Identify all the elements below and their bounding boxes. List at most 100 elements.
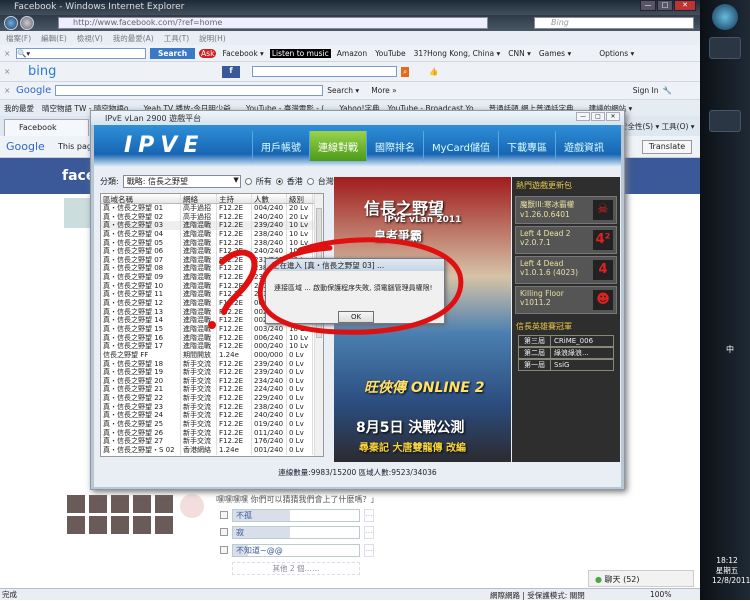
poll-more-options[interactable]: 其他 2 個……	[232, 562, 360, 575]
column-header-level[interactable]: 級別	[287, 194, 313, 203]
game-update-item[interactable]: 魔獸III:寒冰霸權 v1.26.0.6401 ☠	[515, 196, 617, 224]
nav-ranking[interactable]: 國際排名	[366, 131, 423, 161]
menu-favorites[interactable]: 我的最愛(A)	[113, 33, 154, 43]
menu-file[interactable]: 檔案(F)	[6, 33, 31, 43]
category-select[interactable]: 戰略: 信長之野望 ▼	[122, 175, 241, 188]
google-search-input[interactable]	[55, 85, 324, 96]
menu-tools[interactable]: 工具(T)	[164, 33, 189, 43]
ok-button[interactable]: OK	[338, 311, 374, 323]
list-row[interactable]: 真・信長之野望 15 進階混戰 F12.2E 003/240 10 Lv	[101, 324, 323, 334]
menu-edit[interactable]: 編輯(E)	[41, 33, 67, 43]
list-row[interactable]: 真・信長之野望 21 新手交流 F12.2E 224/240 0 Lv	[101, 385, 323, 395]
friend-photo[interactable]	[66, 515, 86, 535]
bing-search-input[interactable]: Bing	[534, 17, 694, 29]
like-icon[interactable]: 👍	[429, 67, 438, 76]
list-row[interactable]: 真・信長之野望 23 新手交流 F12.2E 238/240 0 Lv	[101, 402, 323, 412]
zoom-level[interactable]: 100%	[650, 590, 671, 599]
list-row[interactable]: 真・信長之野望 20 新手交流 F12.2E 234/240 0 Lv	[101, 376, 323, 386]
tab-facebook[interactable]: Facebook	[4, 119, 89, 136]
nav-downloads[interactable]: 下載專區	[497, 131, 555, 161]
search-icon[interactable]: ⌕	[401, 66, 410, 77]
poll-checkbox[interactable]	[220, 546, 228, 554]
amazon-link[interactable]: Amazon	[335, 49, 369, 58]
friend-photo[interactable]	[154, 494, 174, 514]
friend-photo[interactable]	[132, 515, 152, 535]
poll-more-button[interactable]: …	[364, 508, 374, 522]
nav-user-account[interactable]: 用戶帳號	[252, 131, 309, 161]
nav-mycard[interactable]: MyCard儲值	[423, 131, 498, 161]
list-row[interactable]: 真・信長之野望 26 新手交流 F12.2E 011/240 0 Lv	[101, 428, 323, 438]
list-row[interactable]: 真・信長之野望 27 新手交流 F12.2E 176/240 0 Lv	[101, 437, 323, 446]
list-row[interactable]: 真・信長之野望 19 新手交流 F12.2E 239/240 0 Lv	[101, 368, 323, 377]
column-header-name[interactable]: 區域名稱	[101, 194, 181, 203]
listen-to-music-button[interactable]: Listen to music	[269, 48, 331, 58]
ipve-taskbar-icon[interactable]	[709, 110, 741, 132]
youtube-link[interactable]: YouTube	[373, 49, 408, 58]
ime-indicator[interactable]: 中	[726, 344, 734, 355]
friend-photo[interactable]	[154, 515, 174, 535]
google-search-button[interactable]: Search ▾	[327, 86, 359, 95]
chat-button[interactable]: ● 聊天 (52)	[588, 570, 694, 587]
list-row[interactable]: 真・信長之野望 17 進階混戰 F12.2E 000/240 10 Lv	[101, 342, 323, 351]
translate-button[interactable]: Translate	[642, 140, 692, 154]
poll-bar[interactable]: 寂	[232, 525, 360, 539]
security-zone[interactable]: 網際網路 | 受保護模式: 關閉	[490, 590, 585, 601]
radio-hongkong[interactable]	[275, 178, 283, 185]
cnn-link[interactable]: CNN ▾	[506, 49, 533, 58]
command-bar-tools[interactable]: 安全性(S) ▾ 工具(O) ▾	[620, 121, 695, 132]
game-update-item[interactable]: Left 4 Dead 2 v2.0.7.1 4²	[515, 226, 617, 254]
favorites-button[interactable]: 我的最愛	[4, 103, 34, 114]
friend-photo[interactable]	[88, 494, 108, 514]
list-row[interactable]: 真・信長之野望 01 高手過招 F12.2E 004/240 20 Lv	[101, 204, 323, 213]
list-row[interactable]: 真・信長之野望 22 新手交流 F12.2E 229/240 0 Lv	[101, 394, 323, 403]
nav-online-battle[interactable]: 連線對戰	[309, 131, 366, 161]
weather-link[interactable]: 31?Hong Kong, China ▾	[412, 49, 503, 58]
menu-help[interactable]: 說明(H)	[199, 33, 226, 43]
poll-bar[interactable]: 不孤	[232, 508, 360, 522]
radio-taiwan[interactable]	[306, 178, 314, 185]
ie-taskbar-icon[interactable]	[709, 37, 741, 59]
minimize-button[interactable]: —	[640, 0, 656, 11]
toolbar-search-button[interactable]: Search	[150, 47, 196, 59]
facebook-icon[interactable]: f	[222, 65, 240, 78]
list-row[interactable]: 真・信長之野望 06 進階混戰 F12.2E 240/240 10 Lv	[101, 247, 323, 256]
close-toolbar-icon[interactable]: ×	[4, 49, 12, 58]
poster-avatar[interactable]	[180, 494, 204, 518]
google-more-button[interactable]: More »	[371, 86, 397, 95]
friend-photo[interactable]	[66, 494, 86, 514]
close-toolbar-icon[interactable]: ×	[4, 67, 12, 76]
games-link[interactable]: Games ▾	[537, 49, 573, 58]
options-button[interactable]: Options ▾	[597, 49, 636, 58]
list-row[interactable]: 真・信長之野望 24 新手交流 F12.2E 240/240 0 Lv	[101, 411, 323, 421]
list-row[interactable]: 真・信長之野望・S 02 香港網絡 1.24e 001/240 0 Lv	[101, 445, 323, 455]
game-update-item[interactable]: Left 4 Dead v1.0.1.6 (4023) 4	[515, 256, 617, 284]
ask-icon[interactable]: Ask	[199, 48, 217, 58]
address-input[interactable]: http://www.facebook.com/?ref=home	[58, 17, 488, 29]
menu-view[interactable]: 檢視(V)	[77, 33, 103, 43]
google-signin-button[interactable]: Sign In	[633, 86, 659, 95]
wrench-icon[interactable]: 🔧	[662, 86, 671, 95]
close-button[interactable]: ✕	[674, 0, 696, 11]
friend-photo[interactable]	[110, 494, 130, 514]
list-row[interactable]: 真・信長之野望 25 新手交流 F12.2E 019/240 0 Lv	[101, 420, 323, 429]
maximize-button[interactable]: □	[657, 0, 673, 11]
maximize-button[interactable]: □	[591, 112, 605, 121]
friend-photo[interactable]	[132, 494, 152, 514]
profile-picture[interactable]	[64, 198, 90, 228]
list-row[interactable]: 信長之野望 FF 期間開放 1.24e 000/000 0 Lv	[101, 350, 323, 360]
close-toolbar-icon[interactable]: ×	[4, 86, 12, 95]
column-header-players[interactable]: 人數	[252, 194, 287, 203]
start-button[interactable]	[712, 4, 738, 30]
game-update-item[interactable]: Killing Floor v1011.2 ☻	[515, 286, 617, 314]
toolbar-search-input[interactable]: 🔍▾	[16, 47, 146, 59]
poll-more-button[interactable]: …	[364, 525, 374, 539]
forward-button[interactable]	[20, 16, 34, 30]
list-row[interactable]: 真・信長之野望 05 進階混戰 F12.2E 238/240 10 Lv	[101, 238, 323, 248]
poll-checkbox[interactable]	[220, 511, 228, 519]
column-header-host[interactable]: 主持	[217, 194, 252, 203]
list-row[interactable]: 真・信長之野望 02 高手過招 F12.2E 240/240 20 Lv	[101, 212, 323, 222]
minimize-button[interactable]: —	[576, 112, 590, 121]
close-button[interactable]: ✕	[606, 112, 620, 121]
list-row[interactable]: 真・信長之野望 04 進階混戰 F12.2E 238/240 10 Lv	[101, 229, 323, 239]
friend-photo[interactable]	[88, 515, 108, 535]
